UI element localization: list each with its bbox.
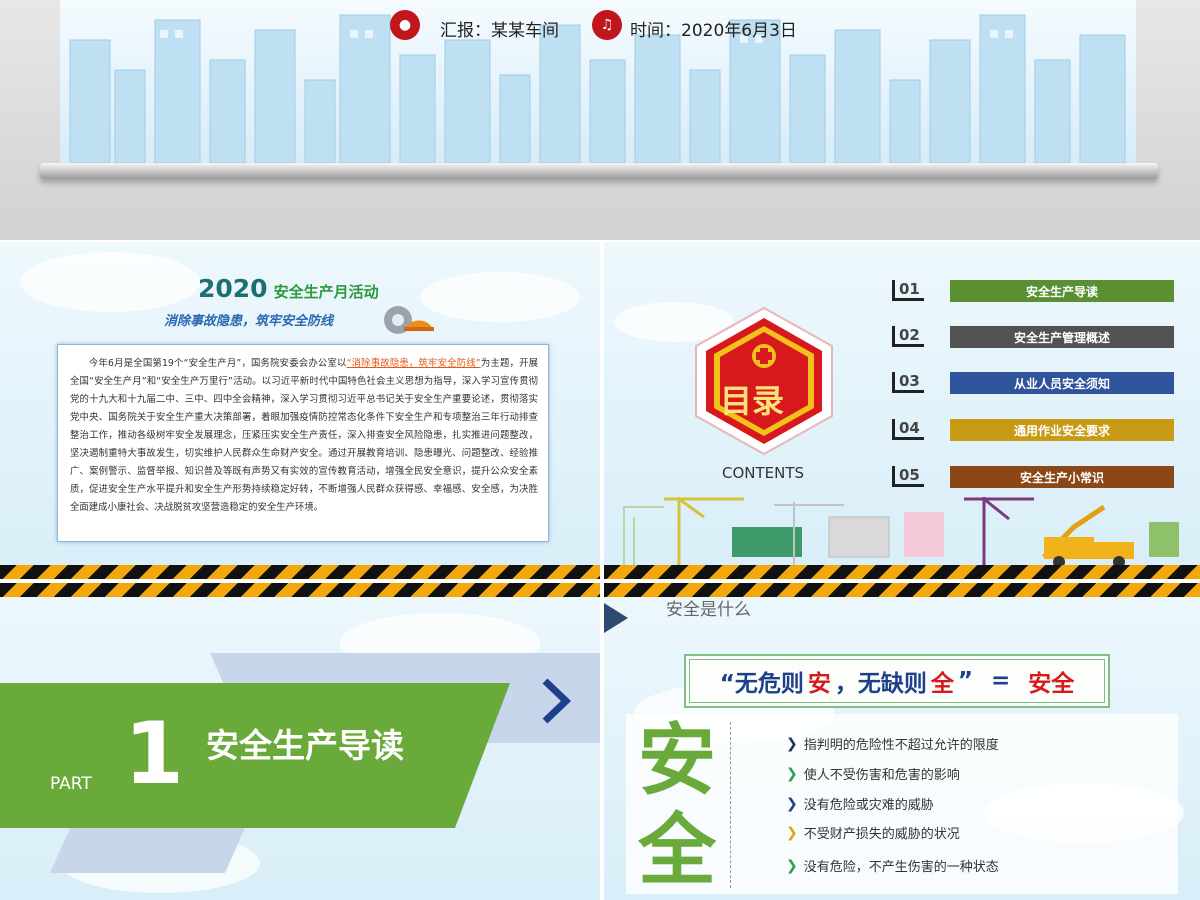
slide-contents: 目录 CONTENTS 01 安全生产导读 02 安全生产管理概述 03 从业人… (604, 242, 1200, 579)
toc-number: 01 (892, 280, 924, 301)
toc-label: 安全生产管理概述 (950, 326, 1174, 348)
part-label: PART (50, 774, 92, 794)
definition-card: 安 全 ❯ 指判明的危险性不超过允许的限度 ❯ 使人不受伤害和危害的影响 ❯ 没有危险… (626, 714, 1178, 896)
activity-paragraph: 今年6月是全国第19个“安全生产月”，国务院安委会办公室以“消除事故隐患，筑牢安… (70, 358, 538, 513)
toc-label: 安全生产导读 (950, 280, 1174, 302)
definition-item: ❯ 使人不受伤害和危害的影响 (786, 765, 960, 784)
chevron-right-icon: ❯ (786, 795, 798, 812)
slide-what-is-safety: 安全是什么 “无危则安，无缺则全” = 安全 安 全 ❯ 指判明的危险性不超过允许… (604, 583, 1200, 900)
hazard-stripe (604, 565, 1200, 579)
big-char-an: 安 (638, 716, 717, 806)
chevron-right-icon: ❯ (786, 824, 798, 841)
definition-item: ❯ 没有危险或灾难的威胁 (786, 795, 934, 814)
big-char-quan: 全 (638, 806, 717, 896)
activity-text-box: 今年6月是全国第19个“安全生产月”，国务院安委会办公室以“消除事故隐患，筑牢安… (57, 344, 549, 542)
slide-part-one: PART 1 安全生产导读 (0, 583, 600, 900)
slide-activity: 2020 安全生产月活动 消除事故隐患，筑牢安全防线 今年6月是全国第19个“安… (0, 242, 600, 579)
safety-formula: “无危则安，无缺则全” = 安全 (684, 654, 1110, 708)
triangle-marker-icon (604, 603, 628, 633)
toc-label: 从业人员安全须知 (950, 372, 1174, 394)
hazard-stripe (0, 565, 600, 579)
time-text: 时间：2020年6月3日 (630, 21, 797, 41)
chevron-right-icon: ❯ (786, 765, 798, 782)
reporter-text: 汇报：某某车间 (440, 21, 559, 41)
gear-helmet-icon (384, 306, 434, 334)
badge-text: 目录 (720, 382, 785, 420)
divider (730, 722, 731, 888)
toc-number: 02 (892, 326, 924, 347)
cityscape-board: ● 汇报：某某车间 ♫ 时间：2020年6月3日 (60, 0, 1136, 163)
slogan-highlight: “消除事故隐患，筑牢安全防线” (346, 358, 481, 369)
board-rail (40, 163, 1158, 179)
activity-title: 2020 安全生产月活动 (198, 274, 379, 303)
chevron-right-icon: ❯ (786, 735, 798, 752)
part-title: 安全生产导读 (206, 726, 404, 765)
title-text: 安全生产月活动 (273, 283, 379, 301)
toc-label: 通用作业安全要求 (950, 419, 1174, 441)
construction-illustration (623, 497, 1179, 567)
part-number: 1 (124, 704, 184, 804)
definition-item: ❯ 指判明的危险性不超过允许的限度 (786, 735, 999, 754)
definition-item: ❯ 没有危险，不产生伤害的一种状态 (786, 857, 999, 876)
activity-slogan: 消除事故隐患，筑牢安全防线 (164, 314, 334, 329)
equals-sign: = (990, 668, 1011, 694)
formula-answer: 安全 (1028, 671, 1075, 697)
toc-number: 03 (892, 372, 924, 393)
microphone-icon: ♫ (592, 10, 622, 40)
contents-label: CONTENTS (722, 464, 805, 482)
toc-number: 04 (892, 419, 924, 440)
person-icon: ● (390, 10, 420, 40)
section-heading: 安全是什么 (666, 600, 751, 620)
toc-label: 安全生产小常识 (950, 466, 1174, 488)
definition-item: ❯ 不受财产损失的威胁的状况 (786, 824, 960, 843)
chevron-right-icon: ❯ (786, 857, 798, 874)
toc-number: 05 (892, 466, 924, 487)
banner-area: ● 汇报：某某车间 ♫ 时间：2020年6月3日 (0, 0, 1200, 240)
title-year: 2020 (198, 274, 268, 303)
hazard-stripe (0, 583, 600, 597)
